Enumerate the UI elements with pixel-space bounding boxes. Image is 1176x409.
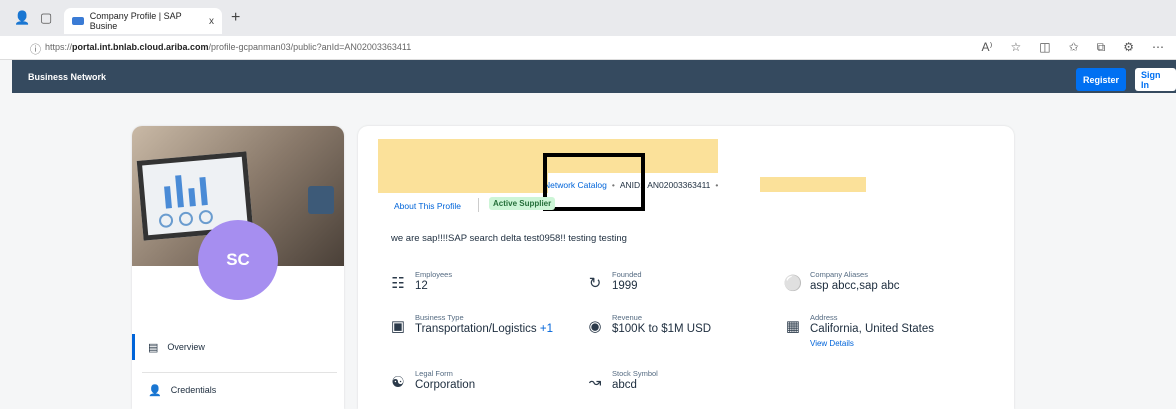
revenue-value: $100K to $1M USD <box>612 323 712 335</box>
sign-in-button[interactable]: Sign In <box>1135 68 1176 91</box>
founded-icon: ↻ <box>588 275 602 292</box>
address-value: California, United States <box>810 323 935 335</box>
separator-dot: • <box>715 180 719 190</box>
redacted-text <box>378 173 548 193</box>
brand-title: Business Network <box>28 72 107 82</box>
tab-actions-icon[interactable]: ▢ <box>40 10 52 26</box>
revenue-label: Revenue <box>612 313 643 322</box>
split-screen-icon[interactable]: ◫ <box>1039 40 1050 55</box>
nav-item-credentials[interactable]: 👤 Credentials <box>132 377 344 403</box>
stock-symbol-icon: ↝ <box>588 374 602 391</box>
nav-item-overview[interactable]: ▤ Overview <box>132 334 344 360</box>
url-host: portal.int.bnlab.cloud.ariba.com <box>72 42 209 52</box>
mug-illustration <box>308 186 334 214</box>
url-path: /profile-gcpanman03/public?anId=AN020033… <box>208 42 412 52</box>
employees-icon: ☷ <box>391 275 405 292</box>
employees-label: Employees <box>415 270 453 279</box>
redacted-text <box>760 177 866 192</box>
nav-item-label: Credentials <box>170 385 217 395</box>
read-aloud-icon[interactable]: A⁾ <box>982 40 993 55</box>
business-type-label: Business Type <box>415 313 464 322</box>
nav-divider <box>142 372 337 373</box>
anid-value: AN02003363411 <box>647 180 711 190</box>
company-description: we are sap!!!!SAP search delta test0958!… <box>391 233 627 244</box>
more-icon[interactable]: ⋯ <box>1152 40 1164 55</box>
business-type-icon: ▣ <box>390 318 406 335</box>
profile-main-card: Network Catalog • ANID: AN02003363411 • Abo… <box>358 126 1014 409</box>
view-details-link[interactable]: View Details <box>810 339 854 348</box>
status-badge: Active Supplier <box>489 197 556 210</box>
aliases-label: Company Aliases <box>810 270 868 279</box>
business-type-text: Transportation/Logistics <box>415 323 537 335</box>
tag-icon: ⚪ <box>783 275 803 292</box>
tab-divider <box>478 198 479 212</box>
browser-tab-bar: 👤 ▢ Company Profile | SAP Busine x + <box>0 0 1176 36</box>
favorite-icon[interactable]: ☆ <box>1010 40 1021 55</box>
annotation-highlight-box <box>543 153 645 211</box>
address-icon: ▦ <box>785 318 801 335</box>
address-label: Address <box>810 313 838 322</box>
register-button[interactable]: Register <box>1076 68 1127 91</box>
aliases-value: asp abcc,sap abc <box>810 280 900 292</box>
stock-symbol-label: Stock Symbol <box>612 369 658 378</box>
url-field[interactable]: https://portal.int.bnlab.cloud.ariba.com… <box>45 42 411 52</box>
founded-value: 1999 <box>612 280 638 292</box>
new-tab-button[interactable]: + <box>231 9 240 27</box>
site-info-icon[interactable]: ⓘ <box>30 41 41 57</box>
app-header: Business Network Register Sign In <box>12 60 1176 93</box>
browser-toolbar: A⁾ ☆ ◫ ✩ ⧉ ⚙ ⋯ <box>982 40 1164 55</box>
close-tab-icon[interactable]: x <box>209 16 214 27</box>
business-type-more-link[interactable]: +1 <box>540 323 553 335</box>
favicon-icon <box>72 17 84 25</box>
stock-symbol-value: abcd <box>612 379 637 391</box>
nav-item-label: Overview <box>167 342 205 352</box>
legal-form-value: Corporation <box>415 379 476 391</box>
revenue-icon: ◉ <box>588 318 602 335</box>
tab-about-this-profile[interactable]: About This Profile <box>394 201 461 211</box>
founded-label: Founded <box>612 270 642 279</box>
credentials-icon: 👤 <box>148 384 162 397</box>
legal-form-icon: ☯ <box>391 374 405 391</box>
legal-form-label: Legal Form <box>415 369 453 378</box>
profile-side-card: SC ▤ Overview 👤 Credentials <box>132 126 344 409</box>
url-prefix: https:// <box>45 42 73 52</box>
collections-icon[interactable]: ⧉ <box>1097 40 1106 55</box>
address-bar: ⓘ https://portal.int.bnlab.cloud.ariba.c… <box>0 36 1176 60</box>
employees-value: 12 <box>415 280 428 292</box>
tab-title: Company Profile | SAP Busine <box>89 11 182 31</box>
business-type-value: Transportation/Logistics +1 <box>415 323 553 335</box>
favorites-bar-icon[interactable]: ✩ <box>1069 40 1079 55</box>
extensions-icon[interactable]: ⚙ <box>1123 40 1134 55</box>
profile-icon[interactable]: 👤 <box>14 10 30 26</box>
overview-icon: ▤ <box>148 341 159 354</box>
browser-tab[interactable]: Company Profile | SAP Busine x <box>64 8 222 34</box>
avatar: SC <box>198 220 278 300</box>
